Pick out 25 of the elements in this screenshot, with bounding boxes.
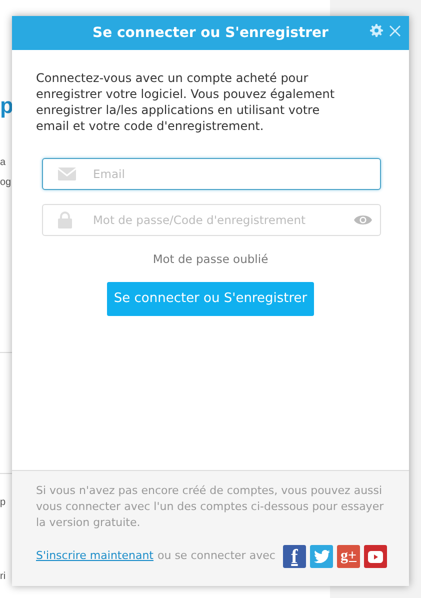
password-field[interactable]: Mot de passe/Code d'enregistrement xyxy=(42,204,381,236)
forgot-password-link[interactable]: Mot de passe oublié xyxy=(152,252,268,266)
text-fragment: ri xyxy=(0,572,6,582)
close-icon[interactable] xyxy=(389,24,401,36)
text-fragment: p xyxy=(0,498,6,508)
play-icon xyxy=(368,550,383,562)
intro-text: Connectez-vous avec un compte acheté pour enregistrer votre logiciel. Vous pouvez également enregistrer la/les applications en utilisant votre email et votre code d'enregistrement. xyxy=(36,70,336,134)
twitter-button[interactable] xyxy=(310,545,333,568)
connect-with-label: ou se connecter avec xyxy=(158,548,276,564)
submit-button[interactable]: Se connecter ou S'enregistrer xyxy=(106,282,314,316)
dialog-title: Se connecter ou S'enregistrer xyxy=(92,24,328,42)
text-fragment: og xyxy=(0,178,12,188)
settings-icon[interactable] xyxy=(370,24,383,37)
bird-icon xyxy=(314,550,330,563)
lock-icon xyxy=(58,212,72,228)
youtube-button[interactable] xyxy=(364,545,387,568)
facebook-button[interactable]: f xyxy=(283,545,306,568)
text-fragment: a xyxy=(0,158,6,168)
footer-text: Si vous n'avez pas encore créé de comptes, vous pouvez aussi vous connecter avec l'un des comptes ci-dessous pour essayer la version gratuite. xyxy=(36,483,385,531)
google-button[interactable]: g+ xyxy=(337,545,360,568)
email-field[interactable]: Email xyxy=(42,158,381,190)
envelope-icon xyxy=(58,168,76,180)
heading-fragment: p xyxy=(0,95,14,117)
signup-link[interactable]: S'inscrire maintenant xyxy=(36,548,154,565)
eye-icon[interactable] xyxy=(354,214,372,226)
